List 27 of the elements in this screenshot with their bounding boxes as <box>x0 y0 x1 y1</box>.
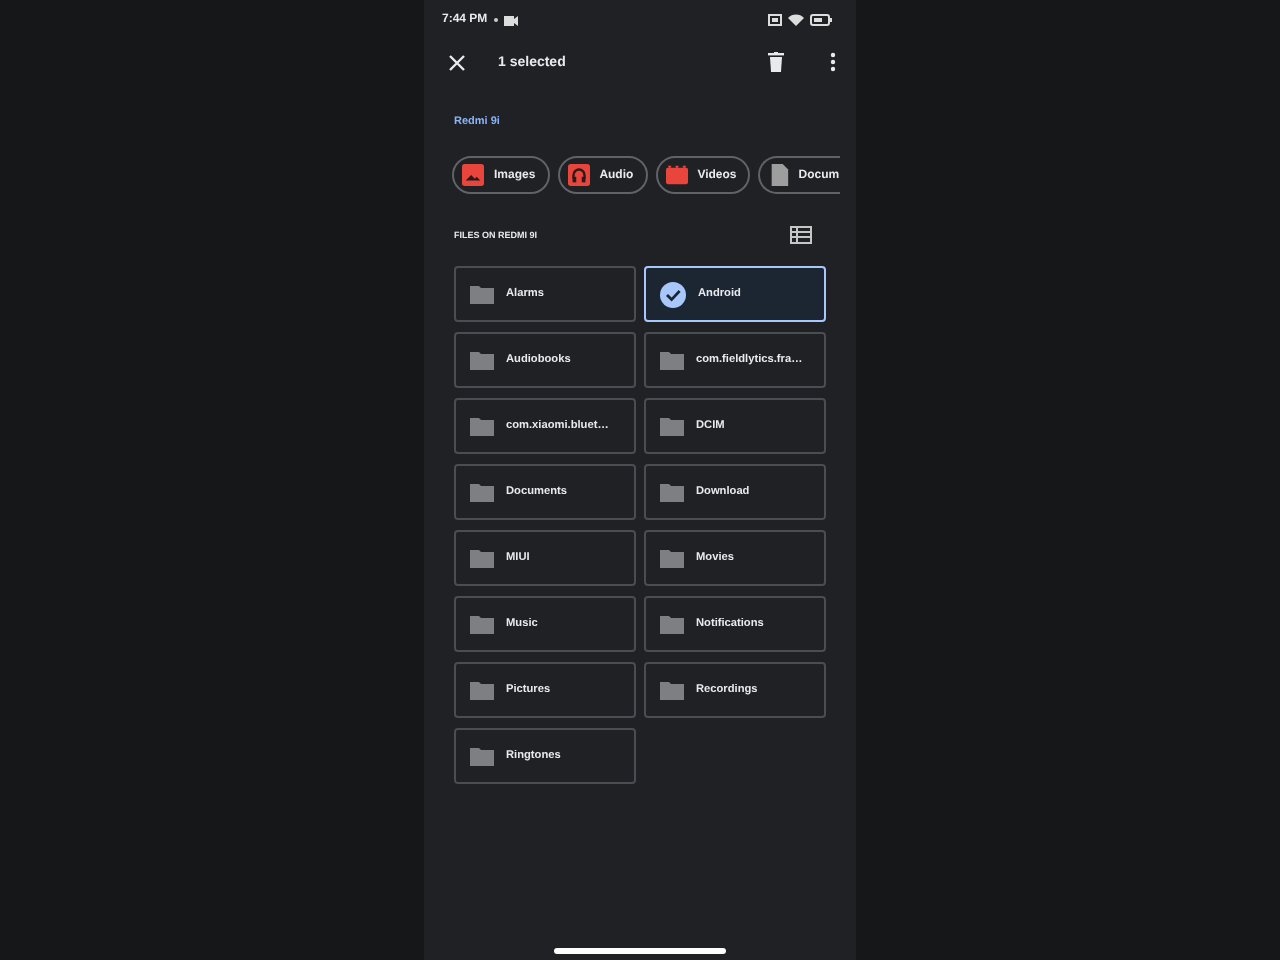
folder-icon <box>470 350 494 370</box>
folder-icon <box>470 746 494 766</box>
list-view-button[interactable] <box>790 225 812 243</box>
sim-icon <box>768 14 782 26</box>
delete-button[interactable] <box>768 52 784 72</box>
folder-icon <box>660 614 684 634</box>
clapperboard-icon <box>665 164 688 186</box>
wifi-icon <box>788 14 804 26</box>
more-button[interactable] <box>830 52 836 72</box>
folder-icon <box>470 680 494 700</box>
close-button[interactable] <box>448 53 466 71</box>
folder-icon <box>470 614 494 634</box>
check-icon <box>660 281 686 307</box>
folder-icon <box>660 482 684 502</box>
folder-icon <box>470 482 494 502</box>
image-icon <box>462 164 484 186</box>
folder-icon <box>660 548 684 568</box>
folder-icon <box>470 416 494 436</box>
camera-icon <box>503 15 518 25</box>
folder-icon <box>660 416 684 436</box>
folder-icon <box>470 284 494 304</box>
folder-icon <box>660 350 684 370</box>
folder-icon <box>660 680 684 700</box>
document-icon <box>768 164 791 186</box>
battery-icon <box>810 14 832 26</box>
headphones-icon <box>567 164 590 186</box>
folder-icon <box>470 548 494 568</box>
